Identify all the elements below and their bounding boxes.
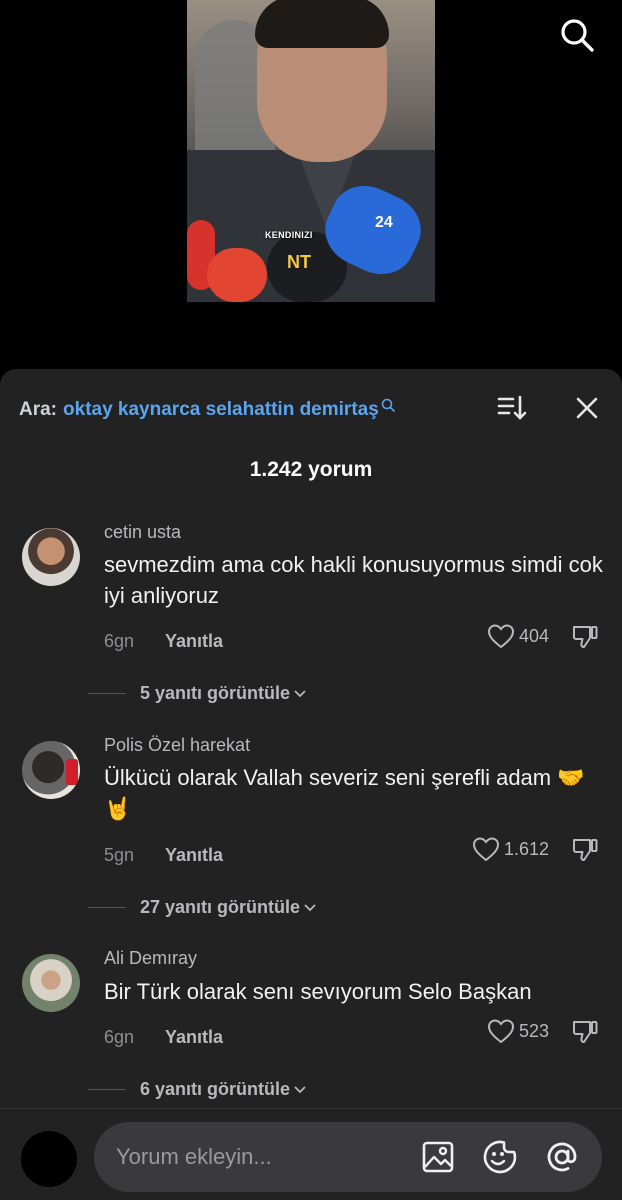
chevron-down-icon (294, 1085, 306, 1093)
image-icon (422, 1141, 454, 1173)
video-player[interactable]: NT 24 KENDINIZI (0, 0, 622, 380)
view-replies-button[interactable]: 5 yanıtı görüntüle (88, 683, 306, 704)
video-frame[interactable]: NT 24 KENDINIZI (187, 0, 435, 302)
my-avatar[interactable] (21, 1131, 77, 1187)
comment-date: 5gn (104, 845, 135, 865)
avatar[interactable] (22, 741, 80, 799)
emoji-button[interactable] (482, 1139, 518, 1175)
avatar[interactable] (22, 954, 80, 1012)
like-button[interactable]: 404 (487, 623, 549, 649)
video-caption: KENDINIZI (265, 230, 313, 240)
top-search-button[interactable] (558, 16, 596, 54)
comment-username[interactable]: cetin usta (104, 522, 181, 543)
like-count: 523 (518, 1020, 549, 1041)
sort-icon (497, 395, 527, 420)
heart-icon (487, 1019, 514, 1044)
view-replies-label: 27 yanıtı görüntüle (140, 897, 301, 917)
thumbs-down-icon (572, 839, 598, 861)
close-icon (576, 397, 598, 419)
comment-text: sevmezdim ama cok hakli konusuyormus sim… (104, 552, 603, 608)
comment-text: Ülkücü olarak Vallah severiz seni şerefl… (104, 765, 585, 821)
comment-text: Bir Türk olarak senı sevıyorum Selo Başk… (104, 979, 532, 1004)
avatar[interactable] (22, 528, 80, 586)
like-count: 1.612 (503, 838, 549, 859)
view-replies-label: 5 yanıtı görüntüle (140, 683, 291, 703)
mic-label: 24 (375, 214, 393, 231)
dislike-button[interactable] (571, 836, 599, 862)
reply-button[interactable]: Yanıtla (165, 845, 223, 866)
thumbs-down-icon (572, 626, 598, 648)
view-replies-button[interactable]: 27 yanıtı görüntüle (88, 897, 316, 918)
reply-button[interactable]: Yanıtla (165, 631, 223, 652)
comment-input-container[interactable] (94, 1122, 602, 1192)
chevron-down-icon (304, 903, 316, 911)
search-icon (561, 19, 594, 52)
view-replies-label: 6 yanıtı görüntüle (140, 1079, 291, 1099)
heart-icon (487, 624, 514, 649)
at-icon (547, 1142, 577, 1172)
divider (88, 693, 126, 694)
comment-input[interactable] (116, 1142, 406, 1172)
dislike-button[interactable] (571, 623, 599, 649)
dislike-button[interactable] (571, 1018, 599, 1044)
microphone (207, 248, 267, 302)
emoji-icon (483, 1140, 517, 1174)
comment-username[interactable]: Ali Demıray (104, 948, 197, 969)
comment-date: 6gn (104, 631, 135, 651)
search-icon (381, 398, 395, 412)
reply-button[interactable]: Yanıtla (165, 1027, 223, 1048)
divider (88, 1089, 126, 1090)
related-search[interactable]: Ara: oktay kaynarca selahattin demirtaş (19, 395, 469, 425)
sort-button[interactable] (497, 393, 527, 423)
view-replies-button[interactable]: 6 yanıtı görüntüle (88, 1079, 306, 1100)
comment-date: 6gn (104, 1027, 135, 1047)
heart-icon (472, 837, 499, 862)
mic-label: NT (287, 252, 311, 272)
comment-count: 1.242 yorum (249, 458, 373, 481)
flag-icon (66, 759, 78, 785)
like-button[interactable]: 523 (487, 1018, 549, 1044)
search-prefix: Ara: (19, 399, 58, 420)
comment-username[interactable]: Polis Özel harekat (104, 735, 250, 756)
like-count: 404 (518, 625, 549, 646)
chevron-down-icon (294, 689, 306, 697)
video-hair (255, 0, 389, 48)
close-button[interactable] (572, 393, 602, 423)
thumbs-down-icon (572, 1021, 598, 1043)
mention-button[interactable] (544, 1139, 580, 1175)
divider (88, 907, 126, 908)
search-term-link[interactable]: oktay kaynarca selahattin demirtaş (63, 399, 379, 421)
image-button[interactable] (420, 1139, 456, 1175)
like-button[interactable]: 1.612 (472, 836, 549, 862)
